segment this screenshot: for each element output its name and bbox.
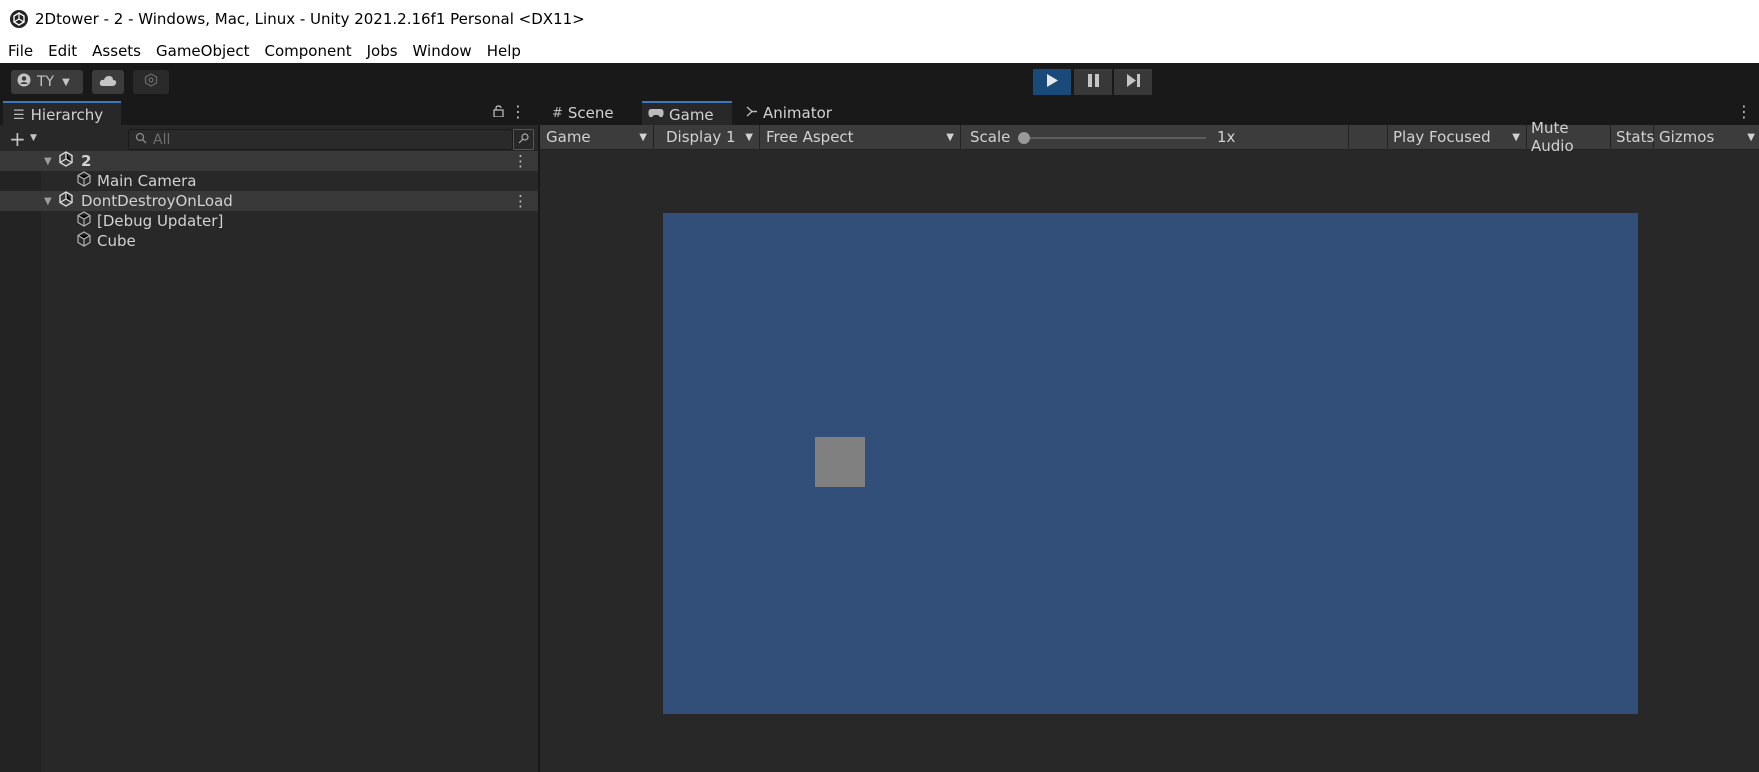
mute-audio-label: Mute Audio bbox=[1531, 119, 1574, 155]
chevron-down-icon: ▼ bbox=[946, 131, 954, 143]
stats-label: Stats bbox=[1616, 128, 1655, 146]
lock-icon[interactable] bbox=[493, 105, 504, 120]
scale-value: 1x bbox=[1217, 128, 1236, 146]
account-label: TY bbox=[37, 74, 55, 90]
unity-scene-icon bbox=[58, 151, 74, 171]
add-icon[interactable]: + bbox=[9, 127, 26, 151]
hash-icon: # bbox=[552, 105, 563, 121]
game-view-dropdown[interactable]: Game ▼ bbox=[540, 125, 654, 149]
search-by-type-icon bbox=[518, 132, 530, 147]
gameobject-cube-icon bbox=[76, 171, 92, 191]
chevron-down-icon: ▼ bbox=[745, 131, 753, 143]
scale-slider-track[interactable] bbox=[1023, 137, 1206, 139]
menu-help[interactable]: Help bbox=[479, 42, 528, 60]
scene-label: 2 bbox=[81, 152, 92, 170]
hierarchy-scene-row[interactable]: ▼ DontDestroyOnLoad ⋮ bbox=[0, 191, 538, 211]
play-focused-dropdown[interactable]: Play Focused ▼ bbox=[1387, 125, 1527, 149]
title-bar: 2Dtower - 2 - Windows, Mac, Linux - Unit… bbox=[0, 0, 1759, 38]
search-by-type-button[interactable] bbox=[513, 129, 534, 150]
hierarchy-item-main-camera[interactable]: Main Camera bbox=[0, 171, 538, 191]
chevron-down-icon: ▼ bbox=[1512, 131, 1520, 143]
hierarchy-panel: ☰ Hierarchy ⋮ + ▼ All ▼ 2 ⋮ Main Camera … bbox=[0, 100, 540, 772]
more-options-icon[interactable]: ⋮ bbox=[513, 192, 528, 210]
game-view-dropdown-label: Game bbox=[546, 128, 591, 146]
expand-arrow-icon[interactable]: ▼ bbox=[44, 196, 52, 207]
cloud-icon bbox=[99, 73, 117, 91]
aspect-dropdown[interactable]: Free Aspect ▼ bbox=[760, 125, 961, 149]
scale-slider-handle[interactable] bbox=[1018, 132, 1030, 144]
chevron-down-icon: ▼ bbox=[639, 131, 647, 143]
more-options-icon[interactable]: ⋮ bbox=[513, 152, 528, 170]
chevron-down-icon: ▼ bbox=[1747, 131, 1755, 143]
hierarchy-item-cube[interactable]: Cube bbox=[0, 231, 538, 251]
game-panel: # Scene Game Animator ⋮ Game ▼ Display 1… bbox=[540, 100, 1759, 772]
window-title: 2Dtower - 2 - Windows, Mac, Linux - Unit… bbox=[35, 10, 585, 28]
list-item-label: [Debug Updater] bbox=[97, 212, 224, 230]
cube-sprite bbox=[815, 437, 865, 487]
account-dropdown[interactable]: TY ▼ bbox=[11, 70, 83, 94]
menu-component[interactable]: Component bbox=[257, 42, 359, 60]
animator-icon bbox=[746, 105, 758, 121]
menu-edit[interactable]: Edit bbox=[40, 42, 84, 60]
unity-logo-icon bbox=[10, 10, 28, 28]
step-icon bbox=[1126, 73, 1140, 91]
unity-scene-icon bbox=[58, 191, 74, 211]
gamepad-icon bbox=[648, 108, 664, 123]
search-input[interactable]: All bbox=[128, 129, 513, 150]
cloud-button[interactable] bbox=[92, 70, 124, 94]
account-icon bbox=[17, 73, 31, 91]
search-placeholder: All bbox=[153, 131, 171, 148]
menu-gameobject[interactable]: GameObject bbox=[148, 42, 257, 60]
gizmos-label: Gizmos bbox=[1659, 128, 1715, 146]
list-item-label: Cube bbox=[97, 232, 136, 250]
gameobject-cube-icon bbox=[76, 231, 92, 251]
display-dropdown-label: Display 1 bbox=[666, 128, 736, 146]
tab-game[interactable]: Game bbox=[642, 101, 732, 127]
tab-animator-label: Animator bbox=[763, 104, 832, 122]
play-icon bbox=[1046, 73, 1058, 91]
hierarchy-scene-row[interactable]: ▼ 2 ⋮ bbox=[0, 151, 538, 171]
more-options-icon[interactable]: ⋮ bbox=[1736, 102, 1752, 121]
collab-button[interactable] bbox=[133, 70, 169, 94]
play-focused-label: Play Focused bbox=[1393, 128, 1491, 146]
expand-arrow-icon[interactable]: ▼ bbox=[44, 156, 52, 167]
mute-audio-toggle[interactable]: Mute Audio bbox=[1526, 119, 1611, 155]
chevron-down-icon: ▼ bbox=[62, 76, 70, 88]
menu-window[interactable]: Window bbox=[405, 42, 479, 60]
menu-file[interactable]: File bbox=[0, 42, 40, 60]
more-options-icon[interactable]: ⋮ bbox=[510, 102, 526, 121]
menu-jobs[interactable]: Jobs bbox=[359, 42, 405, 60]
display-dropdown[interactable]: Display 1 ▼ bbox=[654, 125, 760, 149]
hierarchy-item-debug-updater[interactable]: [Debug Updater] bbox=[0, 211, 538, 231]
pause-button[interactable] bbox=[1074, 69, 1112, 95]
menu-assets[interactable]: Assets bbox=[84, 42, 148, 60]
step-button[interactable] bbox=[1114, 69, 1152, 95]
menu-bar: File Edit Assets GameObject Component Jo… bbox=[0, 38, 1759, 63]
tab-game-label: Game bbox=[669, 106, 714, 124]
gameobject-cube-icon bbox=[76, 211, 92, 231]
hierarchy-tab-row: ☰ Hierarchy ⋮ bbox=[0, 100, 538, 127]
scene-label: DontDestroyOnLoad bbox=[81, 192, 233, 210]
tab-hierarchy[interactable]: ☰ Hierarchy bbox=[3, 101, 121, 127]
tab-hierarchy-label: Hierarchy bbox=[30, 106, 104, 124]
list-icon: ☰ bbox=[13, 107, 25, 123]
hierarchy-search-row: + ▼ All bbox=[0, 125, 538, 153]
tab-scene[interactable]: # Scene bbox=[552, 101, 636, 125]
gizmos-dropdown[interactable]: Gizmos ▼ bbox=[1654, 125, 1759, 149]
search-icon bbox=[135, 132, 147, 147]
list-item-label: Main Camera bbox=[97, 172, 197, 190]
game-toolbar: Game ▼ Display 1 ▼ Free Aspect ▼ Scale 1… bbox=[540, 119, 1759, 155]
tab-scene-label: Scene bbox=[567, 104, 614, 122]
chevron-down-icon[interactable]: ▼ bbox=[30, 133, 37, 143]
tab-animator[interactable]: Animator bbox=[746, 101, 846, 125]
game-viewport[interactable] bbox=[663, 213, 1638, 714]
main-toolbar: TY ▼ bbox=[0, 63, 1759, 100]
aspect-dropdown-label: Free Aspect bbox=[766, 128, 854, 146]
scale-label: Scale bbox=[970, 128, 1011, 146]
pause-icon bbox=[1087, 73, 1099, 91]
play-button[interactable] bbox=[1033, 69, 1071, 95]
collab-icon bbox=[144, 73, 158, 91]
stats-toggle[interactable]: Stats bbox=[1611, 125, 1654, 149]
